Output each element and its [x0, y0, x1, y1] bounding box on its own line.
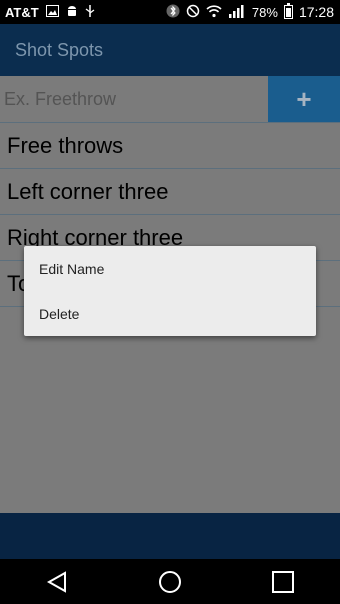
- home-icon: [158, 570, 181, 593]
- image-icon: [45, 5, 59, 19]
- do-not-disturb-icon: [186, 4, 200, 20]
- carrier-label: AT&T: [5, 4, 39, 20]
- back-button[interactable]: [27, 559, 87, 604]
- status-bar: AT&T 78% 17:28: [0, 0, 340, 24]
- battery-percent: 78%: [251, 4, 278, 20]
- bluetooth-icon: [166, 4, 180, 20]
- battery-icon: [283, 3, 293, 19]
- clock: 17:28: [298, 4, 334, 20]
- back-icon: [46, 570, 66, 593]
- list-item[interactable]: Left corner three: [0, 169, 340, 215]
- list-item-label: Left corner three: [7, 178, 169, 204]
- plus-icon: +: [296, 83, 312, 114]
- list-item-label: Free throws: [7, 132, 124, 158]
- context-menu: Edit Name Delete: [24, 246, 316, 336]
- edit-name-menu-item[interactable]: Edit Name: [24, 246, 316, 291]
- recents-button[interactable]: [253, 559, 313, 604]
- delete-menu-item[interactable]: Delete: [24, 291, 316, 336]
- home-button[interactable]: [140, 559, 200, 604]
- list-item[interactable]: Free throws: [0, 123, 340, 169]
- signal-icon: [228, 4, 246, 20]
- wifi-icon: [206, 4, 222, 20]
- menu-item-label: Edit Name: [39, 260, 105, 277]
- recents-icon: [272, 570, 295, 593]
- add-spot-row: +: [0, 76, 340, 123]
- bottom-bar: [0, 513, 340, 559]
- spot-name-input[interactable]: [0, 76, 268, 122]
- app-bar: Shot Spots: [0, 24, 340, 76]
- system-nav-bar: [0, 559, 340, 604]
- usb-icon: [85, 4, 95, 20]
- android-icon: [66, 5, 78, 20]
- menu-item-label: Delete: [39, 305, 80, 322]
- add-spot-button[interactable]: +: [268, 76, 340, 122]
- app-title: Shot Spots: [15, 39, 104, 60]
